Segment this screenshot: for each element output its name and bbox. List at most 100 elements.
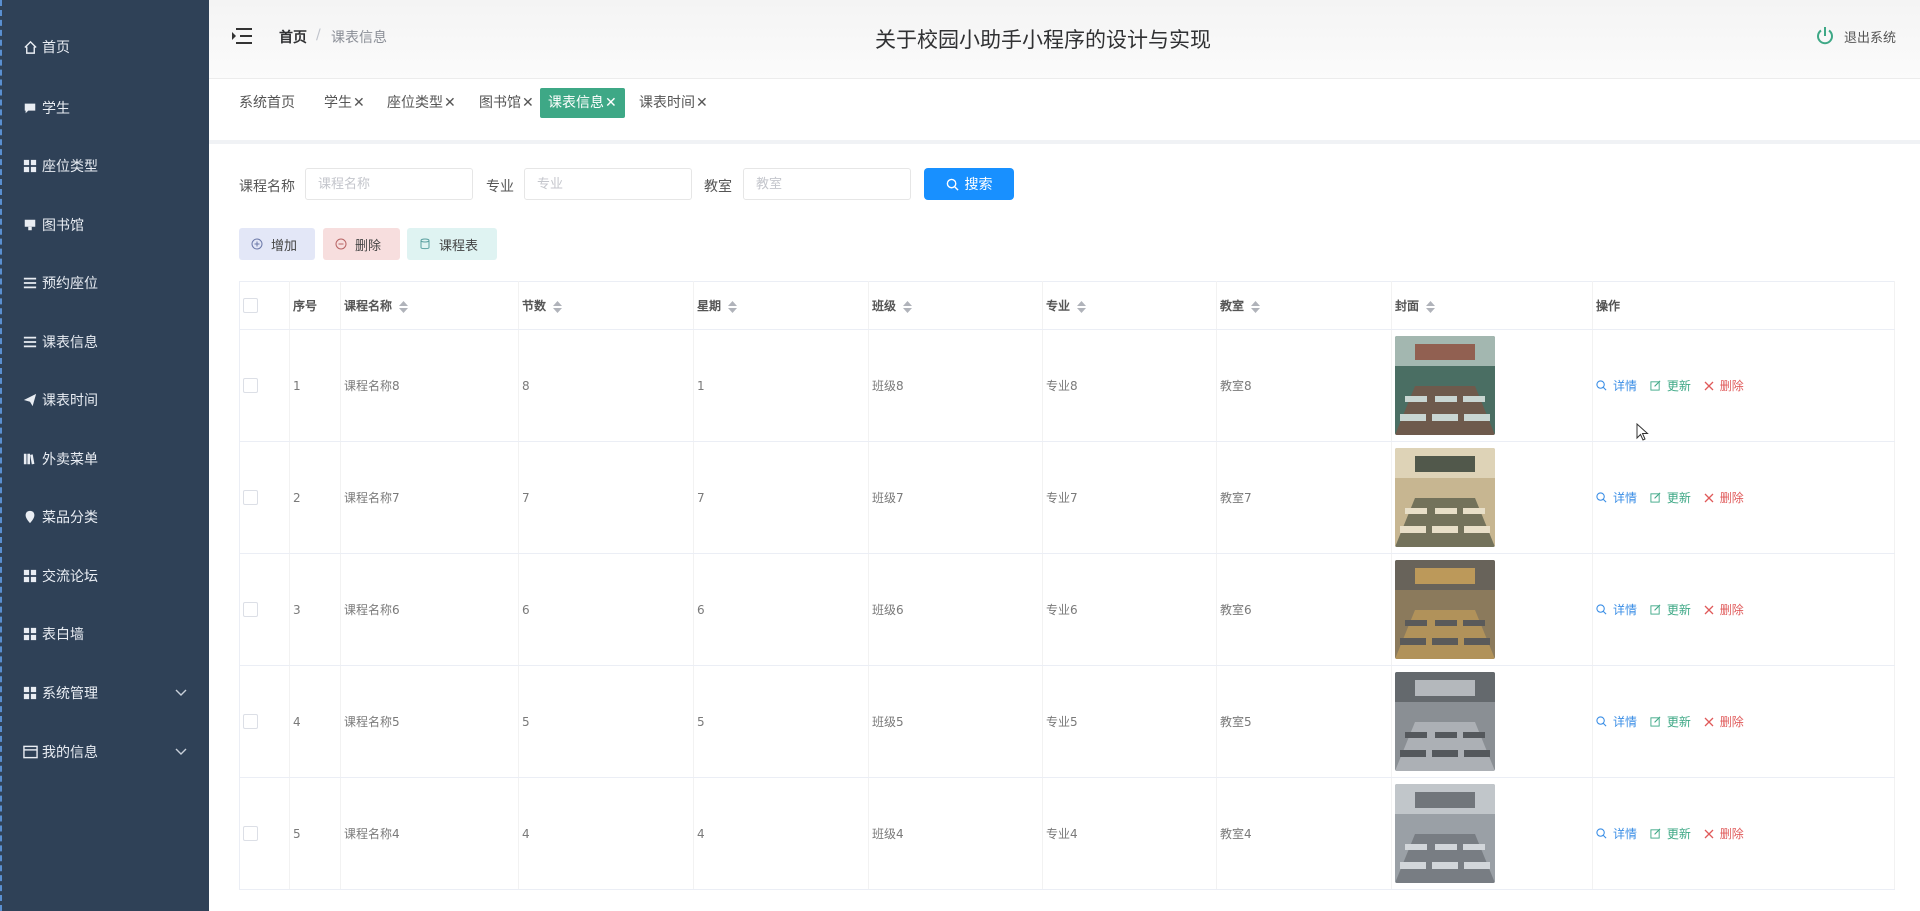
tab-label: 图书馆 bbox=[479, 95, 521, 111]
tab-schedule-info[interactable]: 课表信息✕ bbox=[540, 88, 625, 118]
cell-cover bbox=[1391, 441, 1593, 554]
sidebar-item-students[interactable]: 学生 bbox=[2, 88, 209, 128]
top-header: 首页 / 课表信息 关于校园小助手小程序的设计与实现 退出系统 bbox=[209, 0, 1920, 79]
minus-circle-icon bbox=[335, 238, 347, 250]
sidebar-item-home[interactable]: 首页 bbox=[2, 27, 209, 67]
sidebar-item-takeout-menu[interactable]: 外卖菜单 bbox=[2, 439, 209, 479]
sidebar-item-seat-types[interactable]: 座位类型 bbox=[2, 146, 209, 186]
sidebar-item-schedule-time[interactable]: 课表时间 bbox=[2, 380, 209, 420]
sidebar-item-my-info[interactable]: 我的信息 bbox=[2, 732, 209, 772]
select-all-checkbox[interactable] bbox=[243, 298, 258, 313]
chat-icon bbox=[22, 100, 38, 116]
delete-button[interactable]: 删除 bbox=[323, 228, 400, 260]
cell-index: 3 bbox=[289, 553, 341, 666]
column-header-course-name[interactable]: 课程名称 bbox=[340, 281, 519, 330]
column-header-major[interactable]: 专业 bbox=[1042, 281, 1217, 330]
sidebar-item-confession-wall[interactable]: 表白墙 bbox=[2, 614, 209, 654]
cover-image[interactable] bbox=[1395, 336, 1495, 435]
cover-image[interactable] bbox=[1395, 560, 1495, 659]
list-icon bbox=[22, 275, 38, 291]
cell-periods: 7 bbox=[518, 441, 694, 554]
row-delete-button[interactable]: 删除 bbox=[1704, 713, 1744, 730]
column-header-cover[interactable]: 封面 bbox=[1391, 281, 1593, 330]
search-button[interactable]: 搜索 bbox=[924, 168, 1014, 200]
course-name-input[interactable] bbox=[305, 168, 473, 200]
add-button[interactable]: 增加 bbox=[239, 228, 315, 260]
column-header-actions: 操作 bbox=[1592, 281, 1895, 330]
update-button[interactable]: 更新 bbox=[1650, 713, 1691, 730]
sidebar-item-reserve-seat[interactable]: 预约座位 bbox=[2, 263, 209, 303]
table-body: 1 课程名称8 8 1 班级8 专业8 教室8 详情 更新 删除 2 课程名称7… bbox=[239, 329, 1895, 890]
close-icon[interactable]: ✕ bbox=[696, 95, 708, 111]
row-select-cell bbox=[239, 329, 290, 442]
detail-button[interactable]: 详情 bbox=[1596, 377, 1637, 394]
column-header-classroom[interactable]: 教室 bbox=[1216, 281, 1392, 330]
breadcrumb-home[interactable]: 首页 bbox=[279, 27, 307, 47]
cover-image[interactable] bbox=[1395, 448, 1495, 547]
tab-seat-types[interactable]: 座位类型✕ bbox=[379, 88, 464, 118]
detail-button[interactable]: 详情 bbox=[1596, 713, 1637, 730]
cover-image[interactable] bbox=[1395, 672, 1495, 771]
tab-schedule-time[interactable]: 课表时间✕ bbox=[631, 88, 716, 118]
close-icon[interactable]: ✕ bbox=[522, 95, 534, 111]
column-header-label: 节数 bbox=[522, 299, 547, 313]
update-button[interactable]: 更新 bbox=[1650, 489, 1691, 506]
sidebar-item-library[interactable]: 图书馆 bbox=[2, 205, 209, 245]
update-button[interactable]: 更新 bbox=[1650, 377, 1691, 394]
table-row: 3 课程名称6 6 6 班级6 专业6 教室6 详情 更新 删除 bbox=[239, 553, 1895, 666]
logout-button[interactable]: 退出系统 bbox=[1815, 26, 1896, 46]
column-header-periods[interactable]: 节数 bbox=[518, 281, 694, 330]
row-checkbox[interactable] bbox=[243, 826, 258, 841]
tab-system-home[interactable]: 系统首页 bbox=[231, 88, 303, 118]
search-button-label: 搜索 bbox=[964, 177, 993, 193]
menu-toggle-icon[interactable] bbox=[231, 26, 253, 46]
row-checkbox[interactable] bbox=[243, 490, 258, 505]
cell-index: 1 bbox=[289, 329, 341, 442]
row-select-cell bbox=[239, 553, 290, 666]
sort-icon bbox=[1426, 300, 1436, 313]
row-select-cell bbox=[239, 665, 290, 778]
sidebar-item-forum[interactable]: 交流论坛 bbox=[2, 556, 209, 596]
tab-label: 课表时间 bbox=[639, 95, 695, 111]
update-button[interactable]: 更新 bbox=[1650, 601, 1691, 618]
tab-label: 系统首页 bbox=[239, 95, 295, 111]
row-delete-button[interactable]: 删除 bbox=[1704, 489, 1744, 506]
cover-image[interactable] bbox=[1395, 784, 1495, 883]
row-delete-button[interactable]: 删除 bbox=[1704, 825, 1744, 842]
detail-button[interactable]: 详情 bbox=[1596, 489, 1637, 506]
row-delete-button[interactable]: 删除 bbox=[1704, 377, 1744, 394]
column-header-weekday[interactable]: 星期 bbox=[693, 281, 869, 330]
major-label: 专业 bbox=[486, 179, 514, 195]
sidebar-item-schedule-info[interactable]: 课表信息 bbox=[2, 322, 209, 362]
sidebar-item-label: 预约座位 bbox=[42, 276, 98, 292]
sidebar-item-system-admin[interactable]: 系统管理 bbox=[2, 673, 209, 713]
delete-label: 删除 bbox=[1719, 603, 1744, 618]
tab-students[interactable]: 学生✕ bbox=[316, 88, 373, 118]
detail-label: 详情 bbox=[1613, 714, 1638, 729]
row-checkbox[interactable] bbox=[243, 714, 258, 729]
classroom-input[interactable] bbox=[743, 168, 911, 200]
close-icon[interactable]: ✕ bbox=[444, 95, 456, 111]
column-header-class[interactable]: 班级 bbox=[868, 281, 1043, 330]
sidebar-item-label: 首页 bbox=[42, 40, 70, 56]
cell-index: 2 bbox=[289, 441, 341, 554]
detail-button[interactable]: 详情 bbox=[1596, 825, 1637, 842]
tab-library[interactable]: 图书馆✕ bbox=[471, 88, 542, 118]
cell-periods: 6 bbox=[518, 553, 694, 666]
detail-button[interactable]: 详情 bbox=[1596, 601, 1637, 618]
row-delete-button[interactable]: 删除 bbox=[1704, 601, 1744, 618]
course-name-label: 课程名称 bbox=[239, 179, 295, 195]
schedule-table: 序号 课程名称 节数 星期 班级 专业 教室 封面 操作 1 课程名称8 8 1 班级8… bbox=[239, 281, 1895, 890]
update-button[interactable]: 更新 bbox=[1650, 825, 1691, 842]
schedule-button-label: 课程表 bbox=[439, 238, 479, 254]
chevron-down-icon bbox=[175, 748, 187, 755]
close-icon[interactable]: ✕ bbox=[605, 95, 617, 111]
sidebar-item-dish-category[interactable]: 菜品分类 bbox=[2, 497, 209, 537]
major-input[interactable] bbox=[524, 168, 692, 200]
row-checkbox[interactable] bbox=[243, 378, 258, 393]
close-icon[interactable]: ✕ bbox=[353, 95, 365, 111]
cell-cover bbox=[1391, 665, 1593, 778]
row-checkbox[interactable] bbox=[243, 602, 258, 617]
schedule-button[interactable]: 课程表 bbox=[407, 228, 497, 260]
mouse-cursor-icon bbox=[1636, 423, 1649, 441]
